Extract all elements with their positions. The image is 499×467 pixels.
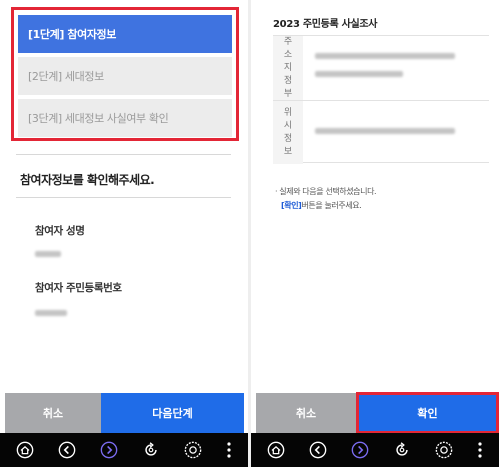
steps-highlight-box: [1단계] 참여자정보 [2단계] 세대정보 [3단계] 세대정보 사실여부 확… xyxy=(11,7,239,141)
info-key-char: 정 xyxy=(283,75,293,86)
home-icon[interactable] xyxy=(16,441,34,459)
divider xyxy=(16,197,231,198)
survey-title: 2023 주민등록 사실조사 xyxy=(273,19,378,30)
redacted-text xyxy=(315,128,455,134)
section-title: 참여자정보를 확인해주세요. xyxy=(20,173,155,187)
instruction-rest: 버튼을 눌러주세요. xyxy=(301,201,362,210)
step-1-label: [1단계] 참여자정보 xyxy=(28,28,116,41)
refresh-icon[interactable] xyxy=(142,441,160,459)
info-value-address xyxy=(303,36,489,100)
step-3-label: [3단계] 세대정보 사실여부 확인 xyxy=(28,112,169,125)
forward-icon[interactable] xyxy=(100,441,118,459)
info-key-char: 위 xyxy=(283,107,293,118)
info-key-location: 위 시 정 보 xyxy=(273,101,303,164)
back-icon[interactable] xyxy=(58,441,76,459)
redacted-text xyxy=(315,71,403,77)
cancel-button[interactable]: 취소 xyxy=(5,393,101,433)
home-icon[interactable] xyxy=(267,441,285,459)
more-icon[interactable] xyxy=(226,441,232,459)
browser-nav-bar xyxy=(0,433,248,467)
info-table: 주 소 지 정 부 위 시 정 보 xyxy=(273,35,489,164)
step-2-tab[interactable]: [2단계] 세대정보 xyxy=(18,57,232,95)
info-row-location: 위 시 정 보 xyxy=(273,100,489,164)
redacted-text xyxy=(315,53,455,59)
instruction-line-2: [확인]버튼을 눌러주세요. xyxy=(281,200,362,211)
info-key-address: 주 소 지 정 부 xyxy=(273,36,303,100)
info-key-char: 부 xyxy=(283,88,293,99)
confirm-highlight: [확인] xyxy=(281,201,302,210)
step-3-tab[interactable]: [3단계] 세대정보 사실여부 확인 xyxy=(18,99,232,137)
info-key-char: 시 xyxy=(283,120,293,131)
participant-rrn-label: 참여자 주민등록번호 xyxy=(35,282,122,294)
back-icon[interactable] xyxy=(309,441,327,459)
step-1-tab[interactable]: [1단계] 참여자정보 xyxy=(18,15,232,53)
info-row-address: 주 소 지 정 부 xyxy=(273,36,489,100)
info-key-char: 지 xyxy=(283,62,293,73)
divider xyxy=(16,154,231,155)
participant-name-label: 참여자 성명 xyxy=(35,225,85,237)
info-value-location xyxy=(303,101,489,164)
settings-icon[interactable] xyxy=(184,441,202,459)
info-key-char: 주 xyxy=(283,36,293,47)
instruction-line-1: · 실제와 다음을 선택하셨습니다. xyxy=(275,187,377,196)
right-panel: 2023 주민등록 사실조사 주 소 지 정 부 위 시 정 보 · 실제와 다… xyxy=(251,0,499,467)
refresh-icon[interactable] xyxy=(393,441,411,459)
next-step-button[interactable]: 다음단계 xyxy=(101,393,244,433)
participant-name-value-redacted xyxy=(35,251,61,257)
more-icon[interactable] xyxy=(477,441,483,459)
info-key-char: 소 xyxy=(283,49,293,60)
settings-icon[interactable] xyxy=(435,441,453,459)
browser-nav-bar xyxy=(251,433,499,467)
step-2-label: [2단계] 세대정보 xyxy=(28,70,104,83)
cancel-button[interactable]: 취소 xyxy=(256,393,356,433)
participant-rrn-value-redacted xyxy=(35,310,67,316)
left-panel: [1단계] 참여자정보 [2단계] 세대정보 [3단계] 세대정보 사실여부 확… xyxy=(0,0,248,467)
info-key-char: 정 xyxy=(283,133,293,144)
forward-icon[interactable] xyxy=(351,441,369,459)
confirm-highlight-box xyxy=(356,392,499,434)
info-key-char: 보 xyxy=(283,146,293,157)
